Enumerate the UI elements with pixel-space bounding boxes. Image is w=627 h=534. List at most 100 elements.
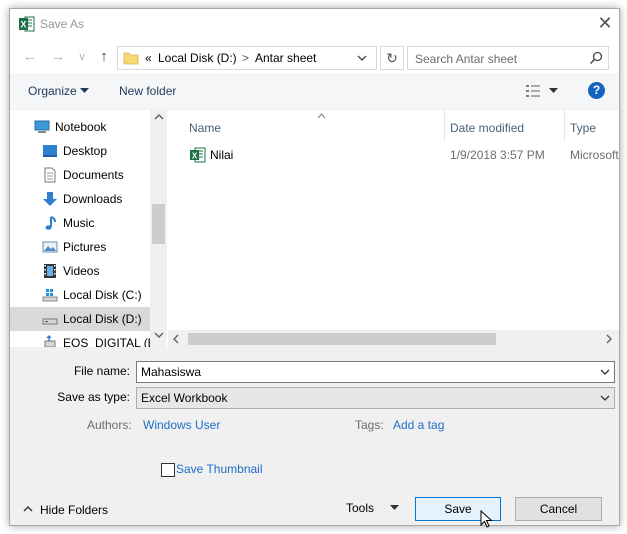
sidebar-item-label: Desktop — [63, 144, 108, 158]
music-icon — [45, 216, 56, 230]
title-bar: X Save As ✕ — [10, 9, 619, 39]
navigation-pane: Notebook Desktop Documents Downloads Mus… — [10, 109, 168, 347]
up-arrow-icon[interactable]: ↑ — [94, 47, 114, 67]
tools-dropdown[interactable]: Tools — [340, 496, 402, 518]
recent-locations-icon[interactable]: ∨ — [72, 47, 92, 67]
view-dropdown-icon[interactable] — [549, 88, 558, 94]
refresh-icon[interactable]: ↻ — [380, 46, 404, 70]
scroll-left-icon[interactable] — [172, 334, 179, 344]
file-list: Name Date modified Type X Nilai 1/9/2018… — [168, 109, 619, 347]
hide-folders-button[interactable]: Hide Folders — [20, 499, 130, 519]
tools-dropdown-icon — [390, 505, 399, 510]
save-as-dialog: X Save As ✕ ← → ∨ ↑ « Local Disk (D:) > … — [9, 8, 620, 528]
file-name-field[interactable]: Mahasiswa — [136, 361, 615, 383]
sort-ascending-icon — [317, 113, 326, 119]
save-thumbnail-label[interactable]: Save Thumbnail — [176, 462, 263, 476]
file-list-scroll-thumb[interactable] — [188, 333, 496, 345]
sidebar-item-pictures[interactable]: Pictures — [10, 235, 150, 259]
address-bar[interactable]: « Local Disk (D:) > Antar sheet — [117, 46, 377, 70]
svg-text:X: X — [20, 20, 26, 30]
sidebar-item-documents[interactable]: Documents — [10, 163, 150, 187]
column-divider[interactable] — [444, 109, 445, 141]
sidebar-item-local-disk-c[interactable]: Local Disk (C:) — [10, 283, 150, 307]
tags-label: Tags: — [355, 418, 384, 432]
breadcrumb-overflow[interactable]: « — [145, 51, 152, 65]
column-header-type[interactable]: Type — [570, 121, 596, 135]
authors-value[interactable]: Windows User — [143, 418, 220, 432]
sidebar-item-label: Music — [63, 216, 95, 230]
save-as-type-select[interactable]: Excel Workbook — [136, 387, 615, 409]
excel-icon: X — [19, 16, 35, 32]
sidebar-item-label: Local Disk (C:) — [63, 288, 142, 302]
column-divider[interactable] — [564, 109, 565, 141]
usb-drive-icon — [44, 335, 56, 347]
drive-icon — [42, 318, 58, 325]
save-thumbnail-checkbox[interactable] — [161, 463, 175, 477]
window-title: Save As — [40, 17, 85, 31]
tools-label: Tools — [346, 501, 375, 515]
sidebar-item-videos[interactable]: Videos — [10, 259, 150, 283]
new-folder-button[interactable]: New folder — [119, 84, 176, 98]
computer-icon — [34, 120, 50, 133]
save-as-type-value: Excel Workbook — [141, 391, 228, 405]
authors-label: Authors: — [87, 418, 132, 432]
column-header-name[interactable]: Name — [189, 121, 221, 135]
sidebar-item-desktop[interactable]: Desktop — [10, 139, 150, 163]
sidebar-item-label: Documents — [63, 168, 124, 182]
file-date-cell: 1/9/2018 3:57 PM — [450, 148, 545, 162]
sidebar-item-eos-digital[interactable]: EOS_DIGITAL (E:) — [10, 331, 163, 347]
scroll-right-icon[interactable] — [606, 334, 613, 344]
view-options-icon[interactable] — [525, 84, 541, 98]
file-type-cell: Microsoft — [570, 148, 619, 162]
documents-icon — [44, 167, 56, 183]
back-arrow-icon[interactable]: ← — [20, 47, 40, 67]
svg-text:X: X — [192, 151, 198, 160]
folder-icon — [123, 52, 139, 65]
search-input[interactable]: Search Antar sheet — [407, 46, 609, 70]
sidebar-item-label: EOS_DIGITAL (E:) — [63, 336, 164, 347]
hide-folders-label: Hide Folders — [40, 503, 109, 517]
cancel-button[interactable]: Cancel — [515, 497, 602, 521]
chevron-down-icon[interactable] — [599, 365, 611, 379]
videos-icon — [44, 264, 56, 278]
file-name-value: Mahasiswa — [141, 365, 202, 379]
breadcrumb-separator: > — [242, 51, 250, 65]
help-icon[interactable]: ? — [588, 82, 605, 99]
column-header-date-modified[interactable]: Date modified — [450, 121, 524, 135]
sidebar-item-notebook[interactable]: Notebook — [10, 115, 150, 139]
file-name-cell: Nilai — [210, 148, 234, 162]
sidebar-item-local-disk-d[interactable]: Local Disk (D:) — [10, 307, 150, 331]
file-name-label: File name: — [73, 364, 130, 378]
windows-drive-icon — [42, 289, 58, 302]
sidebar-item-downloads[interactable]: Downloads — [10, 187, 150, 211]
search-icon — [589, 51, 603, 65]
mouse-cursor-icon — [480, 510, 493, 528]
organize-button[interactable]: Organize — [28, 84, 77, 98]
navigation-scroll-thumb[interactable] — [152, 204, 165, 244]
breadcrumb-antar-sheet[interactable]: Antar sheet — [255, 51, 316, 65]
sidebar-item-label: Pictures — [63, 240, 107, 254]
save-options-panel: File name: Mahasiswa Save as type: Excel… — [10, 347, 619, 528]
organize-dropdown-icon[interactable] — [80, 88, 89, 94]
add-tag-link[interactable]: Add a tag — [393, 418, 444, 432]
scroll-down-icon[interactable] — [150, 331, 167, 342]
sidebar-item-music[interactable]: Music — [10, 211, 150, 235]
scroll-up-icon[interactable] — [150, 112, 167, 123]
chevron-down-icon[interactable] — [356, 53, 368, 63]
breadcrumb-local-disk[interactable]: Local Disk (D:) — [158, 51, 237, 65]
command-toolbar: Organize New folder ? — [10, 73, 619, 110]
save-as-type-label: Save as type: — [57, 390, 130, 404]
excel-file-icon: X — [190, 147, 206, 163]
table-row[interactable]: X Nilai 1/9/2018 3:57 PM Microsoft — [168, 143, 619, 167]
desktop-icon — [43, 145, 57, 157]
download-icon — [43, 192, 57, 206]
sidebar-item-label: Local Disk (D:) — [63, 312, 142, 326]
chevron-up-icon — [23, 506, 33, 512]
sidebar-item-label: Videos — [63, 264, 100, 278]
sidebar-item-label: Notebook — [55, 120, 107, 134]
sidebar-item-label: Downloads — [63, 192, 123, 206]
forward-arrow-icon[interactable]: → — [48, 47, 68, 67]
close-icon[interactable]: ✕ — [594, 12, 616, 34]
chevron-down-icon[interactable] — [599, 391, 611, 405]
search-placeholder: Search Antar sheet — [415, 52, 518, 66]
